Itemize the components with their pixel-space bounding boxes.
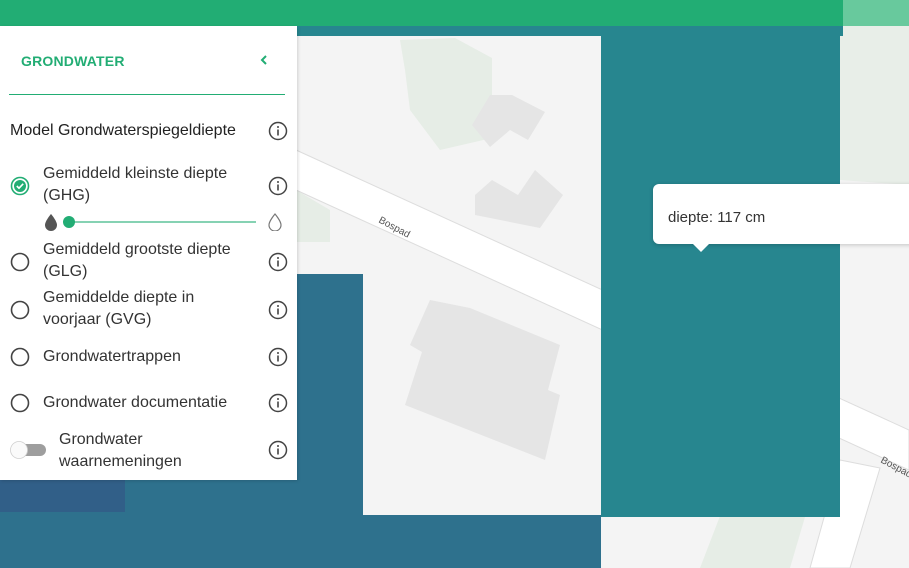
tooltip-text: diepte: 117 cm [668, 209, 766, 226]
depth-cell-teal-top [297, 26, 843, 36]
opacity-slider-track[interactable] [68, 221, 256, 223]
radio-empty-icon[interactable] [10, 300, 30, 320]
green-area [840, 26, 909, 185]
panel-title: GRONDWATER [21, 53, 125, 69]
depth-cell-teal [601, 36, 840, 517]
radio-empty-icon[interactable] [10, 393, 30, 413]
model-title: Model Grondwaterspiegeldiepte [10, 122, 236, 139]
option-gvg[interactable]: Gemiddelde diepte in voorjaar (GVG) [10, 287, 250, 331]
info-icon[interactable] [268, 252, 288, 272]
info-icon[interactable] [268, 300, 288, 320]
panel-divider [9, 94, 285, 95]
radio-empty-icon[interactable] [10, 347, 30, 367]
chevron-left-icon[interactable] [254, 50, 274, 70]
top-bar [0, 0, 843, 26]
option-label: Gemiddelde diepte in voorjaar (GVG) [43, 289, 195, 328]
option-glg[interactable]: Gemiddeld grootste diepte (GLG) [10, 239, 250, 283]
info-icon[interactable] [268, 393, 288, 413]
option-grondwatertrappen[interactable]: Grondwatertrappen [10, 346, 250, 368]
layer-panel: GRONDWATER Model Grondwaterspiegeldiepte… [0, 26, 297, 480]
option-label: Grondwater documentatie [43, 394, 228, 411]
info-icon[interactable] [268, 440, 288, 460]
depth-cell-darker [0, 480, 125, 512]
toggle-label: Grondwater waarnemeningen [59, 431, 182, 470]
option-label: Grondwatertrappen [43, 348, 181, 365]
option-documentatie[interactable]: Grondwater documentatie [10, 392, 250, 414]
top-bar-end [843, 0, 909, 26]
tooltip-tail [691, 242, 711, 252]
option-label: Gemiddeld kleinste diepte (GHG) [43, 165, 228, 204]
info-icon[interactable] [268, 347, 288, 367]
option-label: Gemiddeld grootste diepte (GLG) [43, 241, 231, 280]
option-ghg[interactable]: Gemiddeld kleinste diepte (GHG) [10, 163, 250, 207]
drop-outline-icon [268, 213, 282, 231]
radio-empty-icon[interactable] [10, 252, 30, 272]
info-icon[interactable] [268, 121, 288, 141]
radio-checked-icon[interactable] [10, 176, 30, 196]
drop-filled-icon [45, 214, 57, 231]
toggle-switch[interactable] [10, 441, 48, 459]
info-icon[interactable] [268, 176, 288, 196]
opacity-slider-thumb[interactable] [63, 216, 75, 228]
depth-tooltip: diepte: 117 cm [653, 184, 909, 252]
